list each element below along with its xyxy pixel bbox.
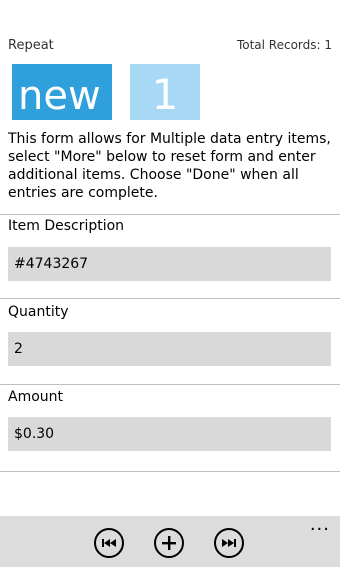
total-records-label: Total Records: 1 <box>236 38 332 52</box>
divider <box>0 298 340 299</box>
new-tile-label: new <box>18 73 101 119</box>
form-description: This form allows for Multiple data entry… <box>8 131 331 201</box>
item-description-field[interactable] <box>8 247 331 281</box>
amount-label: Amount <box>8 389 64 405</box>
add-button[interactable] <box>154 528 184 558</box>
new-tile[interactable]: new <box>12 64 112 120</box>
divider <box>0 384 340 385</box>
more-menu-button[interactable]: ... <box>310 514 330 535</box>
item-description-label: Item Description <box>8 218 125 234</box>
next-icon <box>222 539 236 547</box>
divider <box>0 471 340 472</box>
page-title: Repeat <box>8 38 54 53</box>
previous-icon <box>102 539 116 547</box>
previous-button[interactable] <box>94 528 124 558</box>
app-bar: ... <box>0 514 340 567</box>
quantity-label: Quantity <box>8 304 69 320</box>
quantity-field[interactable] <box>8 332 331 366</box>
divider <box>0 214 340 215</box>
add-icon <box>162 536 176 550</box>
amount-field[interactable] <box>8 417 331 451</box>
next-button[interactable] <box>214 528 244 558</box>
record-count-value: 1 <box>151 70 179 119</box>
record-count-tile: 1 <box>130 64 200 120</box>
